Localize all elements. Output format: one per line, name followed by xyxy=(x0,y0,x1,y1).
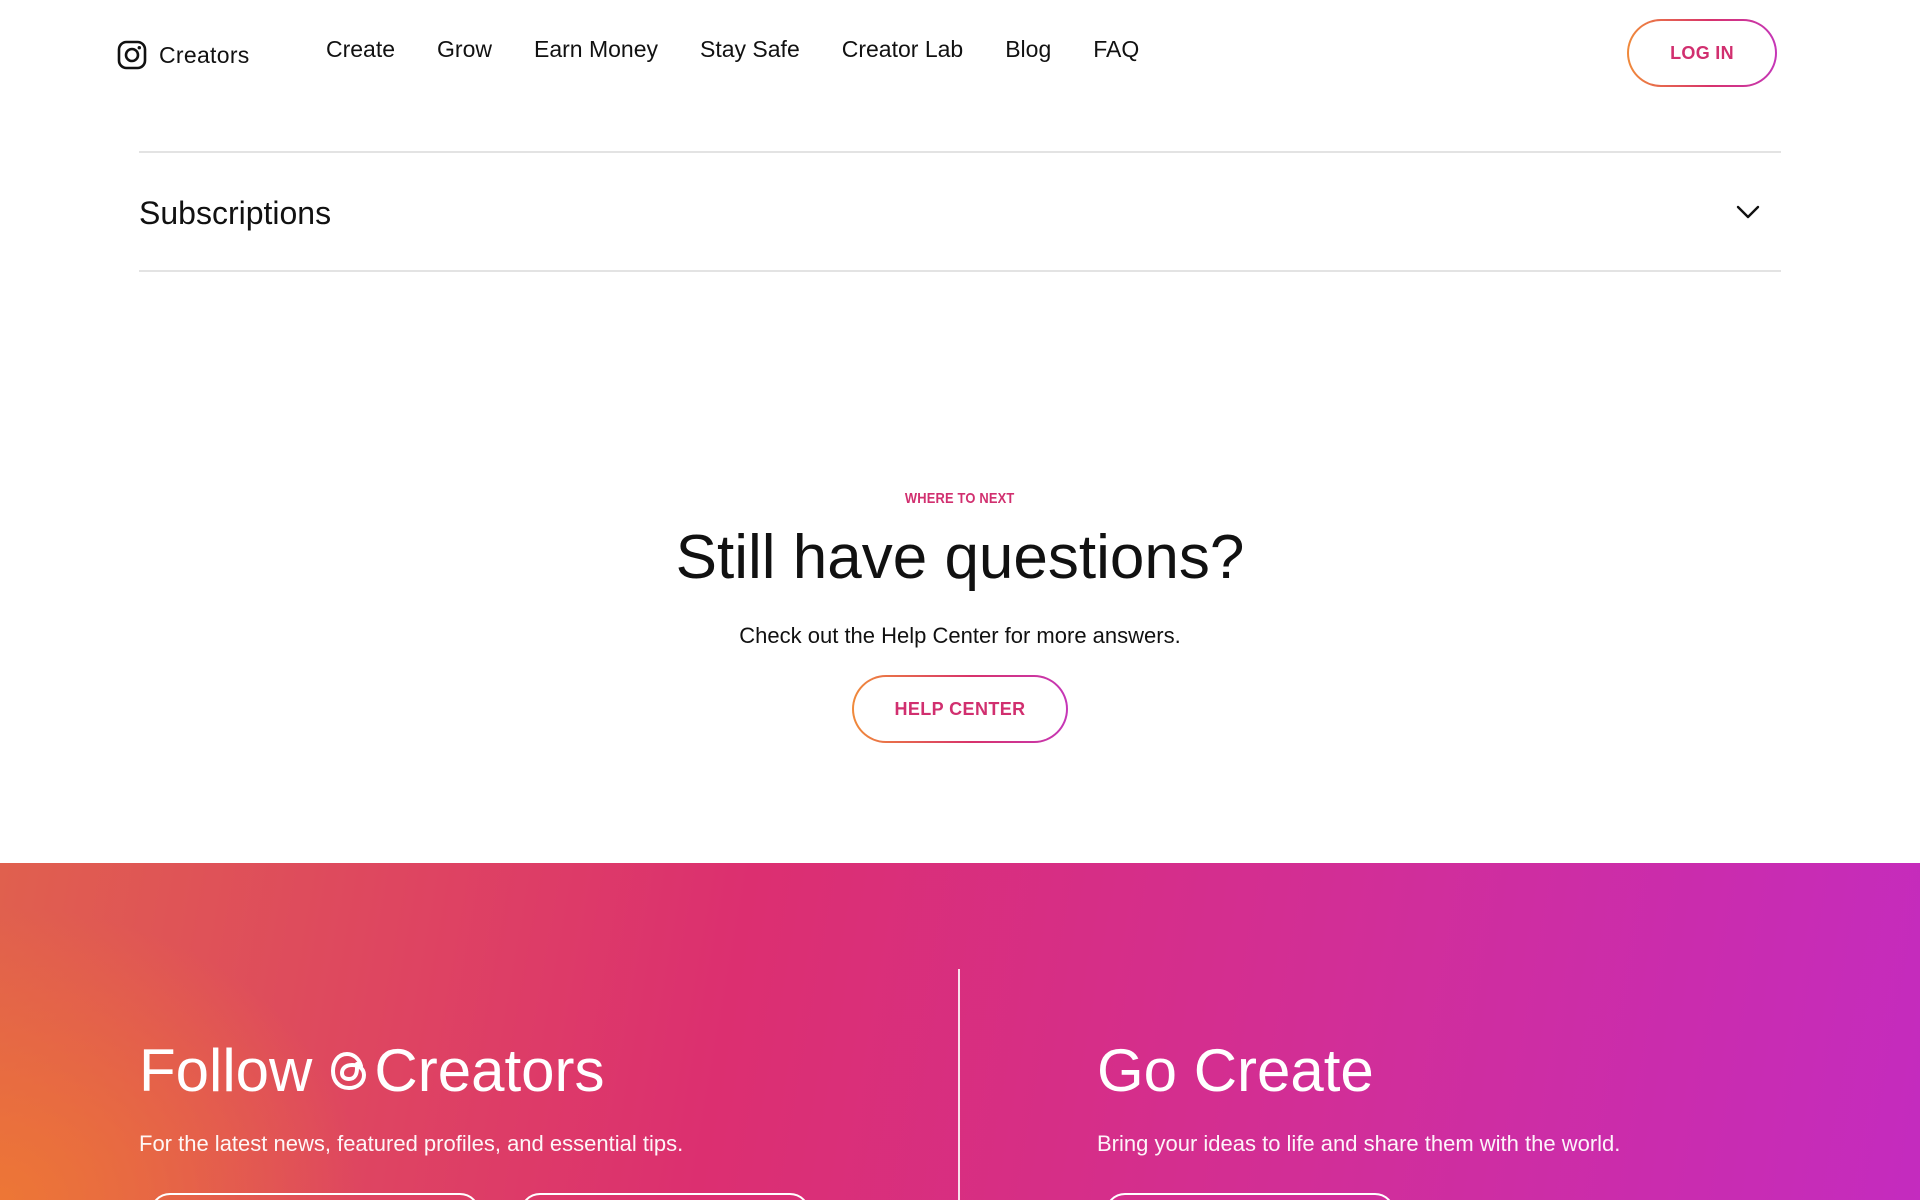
chevron-down-icon[interactable] xyxy=(1733,197,1763,227)
questions-subtitle: Check out the Help Center for more answe… xyxy=(739,623,1181,649)
follow-title-prefix: Follow xyxy=(139,1037,313,1104)
questions-section: WHERE TO NEXT Still have questions? Chec… xyxy=(0,490,1920,743)
promo-section: Follow Creators For the latest news, fea… xyxy=(0,863,1920,1200)
nav-item-grow[interactable]: Grow xyxy=(437,36,492,63)
nav-item-earn-money[interactable]: Earn Money xyxy=(534,36,658,63)
brand-link[interactable]: Creators xyxy=(117,40,250,70)
nav-item-blog[interactable]: Blog xyxy=(1005,36,1051,63)
go-create-title: Go Create xyxy=(1097,1037,1374,1104)
follow-button-2[interactable] xyxy=(520,1193,810,1200)
nav-item-creator-lab[interactable]: Creator Lab xyxy=(842,36,963,63)
threads-icon xyxy=(328,1047,372,1095)
follow-button-1[interactable] xyxy=(150,1193,480,1200)
help-center-button[interactable]: HELP CENTER xyxy=(852,675,1068,743)
follow-column: Follow Creators For the latest news, fea… xyxy=(139,1041,683,1157)
instagram-icon xyxy=(117,40,147,70)
main-nav: Create Grow Earn Money Stay Safe Creator… xyxy=(326,36,1181,63)
brand-label: Creators xyxy=(159,41,250,68)
follow-title: Follow Creators xyxy=(139,1041,683,1101)
nav-item-create[interactable]: Create xyxy=(326,36,395,63)
site-header: Creators Create Grow Earn Money Stay Saf… xyxy=(0,0,1920,108)
go-create-subtitle: Bring your ideas to life and share them … xyxy=(1097,1131,1621,1156)
go-create-column: Go Create Bring your ideas to life and s… xyxy=(1097,1041,1620,1157)
go-create-button[interactable] xyxy=(1105,1193,1395,1200)
accordion-subscriptions[interactable]: Subscriptions xyxy=(139,151,1781,272)
accordion-title: Subscriptions xyxy=(139,195,332,231)
follow-title-suffix: Creators xyxy=(374,1037,605,1104)
promo-divider xyxy=(958,969,960,1200)
eyebrow-label: WHERE TO NEXT xyxy=(905,490,1015,507)
questions-title: Still have questions? xyxy=(675,523,1245,592)
follow-subtitle: For the latest news, featured profiles, … xyxy=(139,1131,684,1156)
nav-item-stay-safe[interactable]: Stay Safe xyxy=(700,36,800,63)
login-button[interactable]: LOG IN xyxy=(1627,19,1777,87)
nav-item-faq[interactable]: FAQ xyxy=(1093,36,1139,63)
